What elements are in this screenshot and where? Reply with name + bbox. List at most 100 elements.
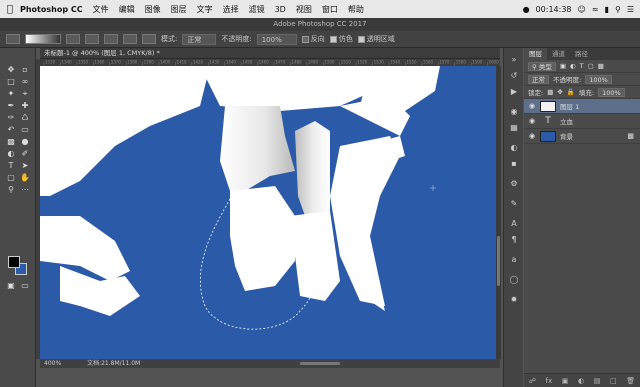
tool-preset-picker[interactable] bbox=[6, 34, 20, 44]
wifi-icon[interactable]: ≈ bbox=[592, 5, 599, 14]
menu-3d[interactable]: 3D bbox=[275, 5, 286, 14]
clone-source-icon[interactable]: ✹ bbox=[508, 294, 520, 305]
document-canvas[interactable] bbox=[40, 66, 496, 359]
history-icon[interactable]: ↺ bbox=[508, 70, 520, 81]
reverse-checkbox[interactable]: 反向 bbox=[301, 34, 325, 44]
radial-gradient-button[interactable] bbox=[85, 34, 99, 44]
marquee-tool-icon[interactable]: □ bbox=[4, 76, 18, 87]
vertical-scroll-thumb[interactable] bbox=[497, 236, 500, 286]
reflected-gradient-button[interactable] bbox=[123, 34, 137, 44]
layer-row-background[interactable]: ◉ 背景 ▩ bbox=[524, 129, 640, 144]
filter-type-icon[interactable]: T bbox=[580, 62, 584, 70]
glyphs-icon[interactable]: a bbox=[508, 254, 520, 265]
history-brush-icon[interactable]: ↶ bbox=[4, 124, 18, 135]
lock-all-icon[interactable]: 🔒 bbox=[567, 88, 575, 96]
tab-layers[interactable]: 图层 bbox=[524, 48, 547, 60]
type-tool-icon[interactable]: T bbox=[4, 160, 18, 171]
linear-gradient-button[interactable] bbox=[66, 34, 80, 44]
healing-brush-icon[interactable]: ✚ bbox=[18, 100, 32, 111]
brush-tool-icon[interactable]: ✑ bbox=[4, 112, 18, 123]
blur-tool-icon[interactable]: ● bbox=[18, 136, 32, 147]
apple-icon[interactable]:  bbox=[0, 4, 20, 15]
menu-layer[interactable]: 图层 bbox=[171, 4, 187, 15]
lock-icon[interactable]: ▩ bbox=[627, 132, 634, 140]
gradient-tool-icon[interactable]: ▩ bbox=[4, 136, 18, 147]
menu-file[interactable]: 文件 bbox=[93, 4, 109, 15]
quick-mask-icon[interactable]: ▣ bbox=[4, 280, 18, 291]
magic-wand-icon[interactable]: ✦ bbox=[4, 88, 18, 99]
properties-icon[interactable]: ⚙ bbox=[508, 178, 520, 189]
rectangle-tool-icon[interactable]: ▢ bbox=[4, 172, 18, 183]
path-select-icon[interactable]: ➤ bbox=[18, 160, 32, 171]
gradient-picker[interactable] bbox=[25, 34, 61, 44]
crop-tool-icon[interactable]: ⌖ bbox=[18, 88, 32, 99]
horizontal-scroll-thumb[interactable] bbox=[300, 362, 340, 365]
vertical-scrollbar[interactable] bbox=[496, 66, 501, 359]
adjustment-layer-icon[interactable]: ◐ bbox=[578, 377, 584, 385]
more-tools-icon[interactable]: ⋯ bbox=[18, 184, 32, 195]
opacity-field[interactable]: 100% bbox=[256, 33, 297, 45]
filter-adjust-icon[interactable]: ◐ bbox=[570, 62, 576, 70]
menu-list-icon[interactable]: ☰ bbox=[627, 5, 634, 14]
menu-help[interactable]: 帮助 bbox=[348, 4, 364, 15]
eyedropper-icon[interactable]: ✒ bbox=[4, 100, 18, 111]
color-icon[interactable]: ◉ bbox=[508, 106, 520, 117]
libraries-icon[interactable]: ◯ bbox=[508, 274, 520, 285]
layer-opacity-field[interactable]: 100% bbox=[585, 74, 612, 84]
search-icon[interactable]: ⚲ bbox=[615, 5, 621, 14]
clone-stamp-icon[interactable]: ♺ bbox=[18, 112, 32, 123]
menu-image[interactable]: 图像 bbox=[145, 4, 161, 15]
new-group-icon[interactable]: ▤ bbox=[594, 377, 601, 385]
dither-checkbox[interactable]: 仿色 bbox=[329, 34, 353, 44]
paths-icon[interactable]: ✎ bbox=[508, 198, 520, 209]
filter-pixel-icon[interactable]: ▣ bbox=[560, 62, 566, 70]
blend-mode-select[interactable]: 正常 bbox=[528, 74, 549, 84]
eye-icon[interactable]: ◉ bbox=[528, 132, 536, 140]
adjustments-icon[interactable]: ◐ bbox=[508, 142, 520, 153]
collapse-icon[interactable]: » bbox=[508, 54, 520, 65]
eye-icon[interactable]: ◉ bbox=[528, 102, 536, 110]
fill-field[interactable]: 100% bbox=[598, 87, 625, 97]
character-icon[interactable]: A bbox=[508, 218, 520, 229]
styles-icon[interactable]: ▪ bbox=[508, 158, 520, 169]
angle-gradient-button[interactable] bbox=[104, 34, 118, 44]
tab-channels[interactable]: 通道 bbox=[547, 48, 570, 60]
record-icon[interactable]: ● bbox=[523, 5, 530, 14]
paragraph-icon[interactable]: ¶ bbox=[508, 234, 520, 245]
new-layer-icon[interactable]: □ bbox=[610, 377, 617, 385]
menu-edit[interactable]: 编辑 bbox=[119, 4, 135, 15]
tab-paths[interactable]: 路径 bbox=[570, 48, 593, 60]
zoom-level[interactable]: 400% bbox=[44, 360, 61, 367]
artboard-tool-icon[interactable]: ▫ bbox=[18, 64, 32, 75]
mode-select[interactable]: 正常 bbox=[182, 33, 217, 45]
pen-tool-icon[interactable]: ✐ bbox=[18, 148, 32, 159]
actions-icon[interactable]: ▶ bbox=[508, 86, 520, 97]
document-info[interactable]: 文档:21.8M/11.0M bbox=[87, 360, 140, 367]
move-tool-icon[interactable]: ✥ bbox=[4, 64, 18, 75]
delete-layer-icon[interactable]: 🗑 bbox=[626, 377, 635, 385]
lock-pixels-icon[interactable]: ▩ bbox=[547, 88, 553, 96]
hand-tool-icon[interactable]: ✋ bbox=[18, 172, 32, 183]
lock-position-icon[interactable]: ✥ bbox=[557, 88, 562, 96]
foreground-color-swatch[interactable] bbox=[8, 256, 20, 268]
layer-row-text[interactable]: ◉ T 立血 bbox=[524, 114, 640, 129]
document-tab[interactable]: 未标题-1 @ 400% (图层 1, CMYK/8) * bbox=[40, 48, 500, 59]
transparency-checkbox[interactable]: 透明区域 bbox=[357, 34, 395, 44]
swatches-icon[interactable]: ▦ bbox=[508, 122, 520, 133]
add-mask-icon[interactable]: ▣ bbox=[562, 377, 569, 385]
menu-view[interactable]: 视图 bbox=[296, 4, 312, 15]
layer-row-layer1[interactable]: ◉ 图层 1 bbox=[524, 99, 640, 114]
menu-type[interactable]: 文字 bbox=[197, 4, 213, 15]
zoom-tool-icon[interactable]: ⚲ bbox=[4, 184, 18, 195]
link-layers-icon[interactable]: ☍ bbox=[529, 377, 536, 385]
eye-icon[interactable]: ◉ bbox=[528, 117, 536, 125]
screen-mode-icon[interactable]: ▭ bbox=[18, 280, 32, 291]
menu-filter[interactable]: 滤镜 bbox=[249, 4, 265, 15]
filter-smart-icon[interactable]: ▩ bbox=[598, 62, 604, 70]
fx-icon[interactable]: fx bbox=[546, 377, 553, 385]
filter-shape-icon[interactable]: ▢ bbox=[588, 62, 594, 70]
diamond-gradient-button[interactable] bbox=[142, 34, 156, 44]
wechat-icon[interactable]: ☺ bbox=[578, 5, 586, 14]
eraser-tool-icon[interactable]: ▭ bbox=[18, 124, 32, 135]
menu-select[interactable]: 选择 bbox=[223, 4, 239, 15]
